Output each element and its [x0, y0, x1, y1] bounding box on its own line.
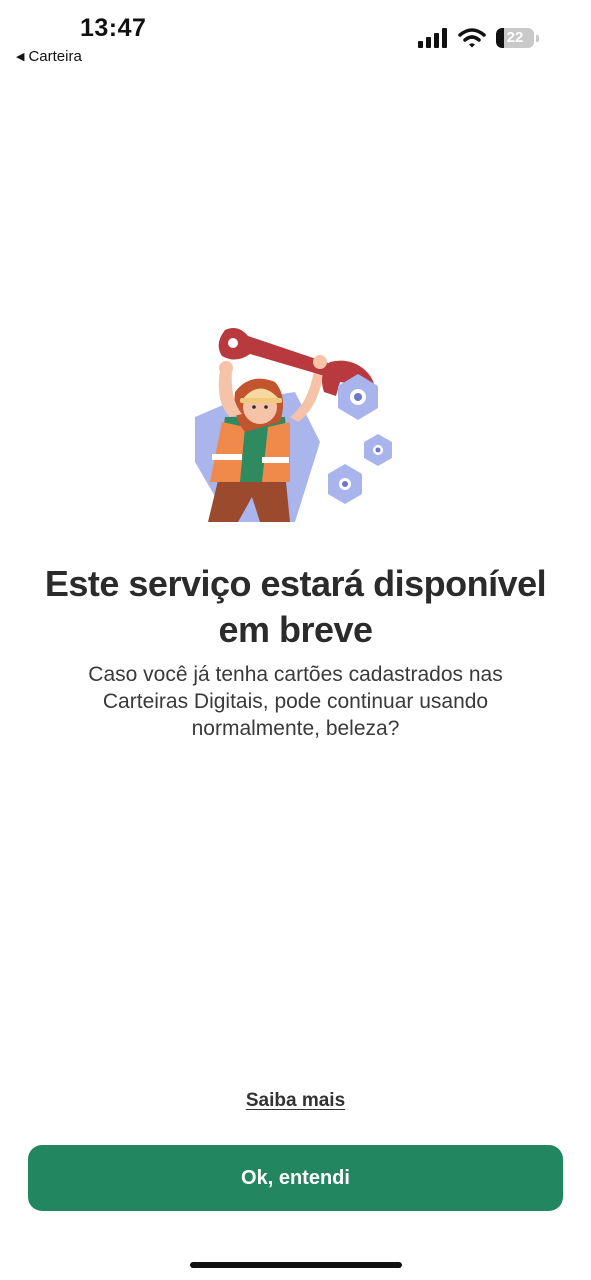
maintenance-worker-illustration: [195, 328, 392, 522]
small-bolt-icon: [364, 434, 392, 466]
page-description: Caso você já tenha cartões cadastrados n…: [88, 663, 503, 740]
back-to-app-link[interactable]: ◀ Carteira: [16, 48, 82, 65]
battery-icon: 22: [496, 28, 534, 48]
home-indicator[interactable]: [190, 1262, 402, 1268]
battery-level: 22: [506, 29, 524, 46]
status-time: 13:47: [80, 14, 147, 42]
learn-more-link[interactable]: Saiba mais: [0, 1090, 591, 1112]
ok-understood-button[interactable]: Ok, entendi: [28, 1145, 563, 1211]
wifi-icon: [458, 28, 486, 48]
status-icons: 22: [418, 28, 539, 48]
battery-tip: [536, 34, 539, 42]
page-title: Este serviço estará disponível em breve: [44, 563, 547, 650]
back-arrow-icon: ◀: [16, 51, 25, 63]
status-bar: 13:47 ◀ Carteira 22: [0, 0, 591, 70]
medium-bolt-icon: [328, 464, 362, 504]
signal-icon: [418, 28, 447, 48]
back-link-label: Carteira: [28, 48, 82, 65]
